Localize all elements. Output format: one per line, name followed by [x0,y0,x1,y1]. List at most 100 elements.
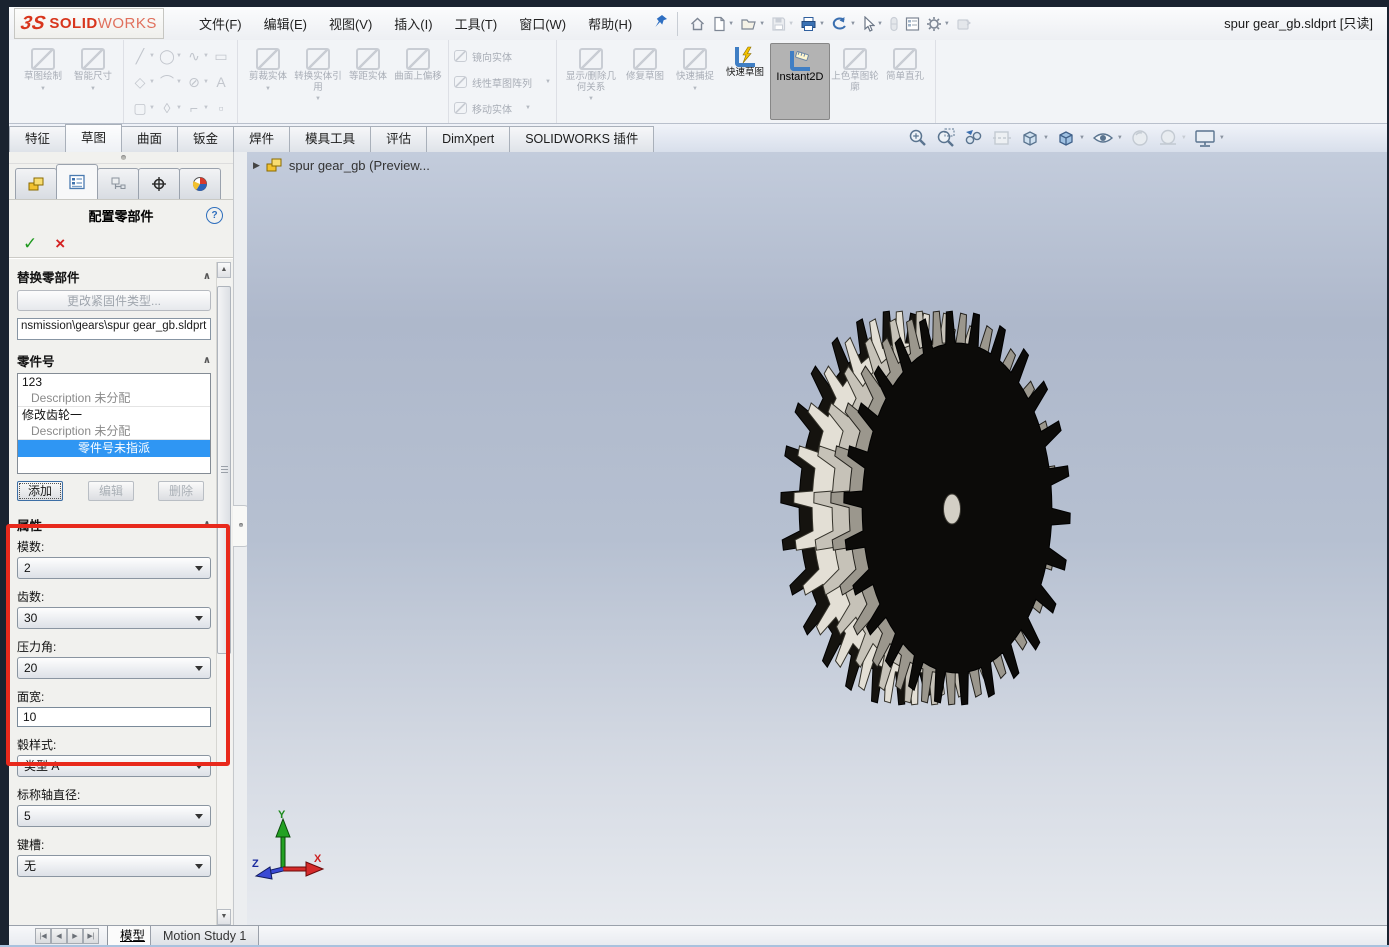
pin-menu-icon[interactable] [653,13,669,34]
menu-item-edit[interactable]: 编辑(E) [253,10,318,37]
scrollbar-thumb[interactable] [217,286,231,654]
slot-tool-icon[interactable]: ▢ [131,100,149,117]
convert-entities-button[interactable]: 转换实体引用▼ [293,43,343,102]
new-document-icon[interactable]: ▼ [709,14,737,34]
move-entities-button[interactable]: 移动实体▼ [454,97,551,119]
rapid-sketch-button[interactable]: 快速草图 [720,43,770,79]
quick-snaps-button[interactable]: 快速捕捉▼ [670,43,720,92]
hub-style-dropdown[interactable]: 类型 A [17,755,211,777]
zoom-to-fit-icon[interactable] [905,126,931,150]
offset-on-surface-button[interactable]: 曲面上偏移 [393,43,443,83]
simple-hole-button[interactable]: 简单直孔 [880,43,930,83]
polygon-tool-icon[interactable]: ◇ [131,74,149,91]
nominal-shaft-diameter-dropdown[interactable]: 5 [17,805,211,827]
tab-evaluate[interactable]: 评估 [370,126,427,152]
tab-mold-tools[interactable]: 模具工具 [289,126,371,152]
scroll-down-icon[interactable]: ▼ [217,909,231,925]
tab-sheet-metal[interactable]: 钣金 [177,126,234,152]
list-item-selected[interactable]: 零件号未指派 [18,440,210,457]
pressure-angle-dropdown[interactable]: 20 [17,657,211,679]
hexagon-tool-icon[interactable]: ◊ [158,100,176,116]
tab-motion-study-1[interactable]: Motion Study 1 [150,926,259,946]
tab-propertymanager[interactable] [56,164,98,199]
flyout-arrow-icon[interactable]: ▶ [253,160,260,171]
mirror-entities-button[interactable]: 镜向实体 [454,45,551,67]
scroll-up-icon[interactable]: ▲ [217,262,231,278]
select-cursor-icon[interactable]: ▼ [859,14,886,34]
point-tool-icon[interactable]: ▫ [212,100,230,116]
collapse-chevron-icon[interactable]: ∧ [203,519,211,530]
tab-dimxpert[interactable]: DimXpert [426,126,510,152]
breadcrumb[interactable]: ▶ spur gear_gb (Preview... [253,158,430,173]
display-style-icon[interactable]: ▼ [1053,126,1087,150]
gear-model[interactable] [247,152,1387,925]
fillet-tool-icon[interactable]: ⌐ [185,100,203,116]
hide-show-items-icon[interactable]: ▼ [1089,126,1125,150]
menu-item-insert[interactable]: 插入(I) [383,10,443,37]
view-orientation-icon[interactable]: ▼ [1017,126,1051,150]
list-item[interactable]: 123 [18,374,210,390]
face-width-input[interactable]: 10 [17,707,211,727]
tab-dimxpertmanager[interactable] [138,168,180,199]
previous-tab-icon[interactable]: ◀ [51,928,67,944]
open-icon[interactable]: ▼ [737,14,768,34]
undo-icon[interactable]: ▼ [828,14,859,34]
part-number-list[interactable]: 123 Description 未分配 修改齿轮一 Description 未分… [17,373,211,474]
next-tab-icon[interactable]: ▶ [67,928,83,944]
zoom-to-area-icon[interactable] [933,126,959,150]
menu-item-file[interactable]: 文件(F) [188,10,253,37]
repair-sketch-button[interactable]: 修复草图 [620,43,670,83]
home-icon[interactable] [686,14,709,34]
smart-dimension-button[interactable]: 智能尺寸▼ [68,43,118,92]
collapse-chevron-icon[interactable]: ∧ [203,271,211,282]
ellipse-tool-icon[interactable]: ⊘ [185,74,203,91]
component-path-input[interactable]: nsmission\gears\spur gear_gb.sldprt [17,318,211,340]
menu-item-help[interactable]: 帮助(H) [577,10,643,37]
module-dropdown[interactable]: 2 [17,557,211,579]
repair-sketch-icon [633,48,657,70]
pressure-angle-field: 压力角: 20 [17,638,211,679]
cancel-button[interactable]: × [55,234,65,254]
menu-item-window[interactable]: 窗口(W) [508,10,577,37]
options-gear-icon[interactable]: ▼ [923,14,953,34]
tab-solidworks-addins[interactable]: SOLIDWORKS 插件 [509,126,654,152]
teeth-count-dropdown[interactable]: 30 [17,607,211,629]
menu-item-view[interactable]: 视图(V) [318,10,383,37]
panel-resize-grip[interactable] [9,152,233,164]
offset-entities-button[interactable]: 等距实体 [343,43,393,83]
task-pane-icon[interactable] [902,14,923,34]
add-button[interactable]: 添加 [17,481,63,501]
collapse-chevron-icon[interactable]: ∧ [203,355,211,366]
first-tab-icon[interactable]: |◀ [35,928,51,944]
last-tab-icon[interactable]: ▶| [83,928,99,944]
print-icon[interactable]: ▼ [797,14,828,34]
menu-item-tools[interactable]: 工具(T) [444,10,509,37]
display-delete-relations-button[interactable]: 显示/删除几何关系▼ [562,43,620,102]
keyway-dropdown[interactable]: 无 [17,855,211,877]
shaded-sketch-contours-button[interactable]: 上色草图轮廓 [830,43,880,93]
tab-features[interactable]: 特征 [9,126,66,152]
ok-button[interactable]: ✓ [23,234,37,254]
tab-displaymanager[interactable] [179,168,221,199]
panel-scrollbar[interactable]: ▲ ▼ [216,262,232,925]
rectangle-tool-icon[interactable]: ▭ [212,48,230,65]
previous-view-icon[interactable] [961,126,987,150]
tab-surfaces[interactable]: 曲面 [121,126,178,152]
graphics-viewport[interactable]: ▶ spur gear_gb (Preview... Y X Z [247,152,1387,925]
trim-entities-button[interactable]: 剪裁实体▼ [243,43,293,92]
tab-configurationmanager[interactable] [97,168,139,199]
arc-tool-icon[interactable]: ⌒ [158,72,176,92]
tab-sketch[interactable]: 草图 [65,124,122,152]
tab-weldments[interactable]: 焊件 [233,126,290,152]
list-item[interactable]: 修改齿轮一 [18,407,210,423]
text-tool-icon[interactable]: A [212,74,230,90]
tab-featuremanager-tree[interactable] [15,168,57,199]
help-icon[interactable]: ? [206,207,223,224]
linear-sketch-pattern-button[interactable]: 线性草图阵列▼ [454,71,551,93]
spline-tool-icon[interactable]: ∿ [185,48,203,65]
sketch-button[interactable]: 草图绘制▼ [18,43,68,92]
instant2d-button[interactable]: Instant2D [770,43,830,120]
circle-tool-icon[interactable]: ◯ [158,48,176,65]
line-tool-icon[interactable]: ╱ [131,48,149,65]
view-settings-icon[interactable]: ▼ [1191,126,1227,150]
